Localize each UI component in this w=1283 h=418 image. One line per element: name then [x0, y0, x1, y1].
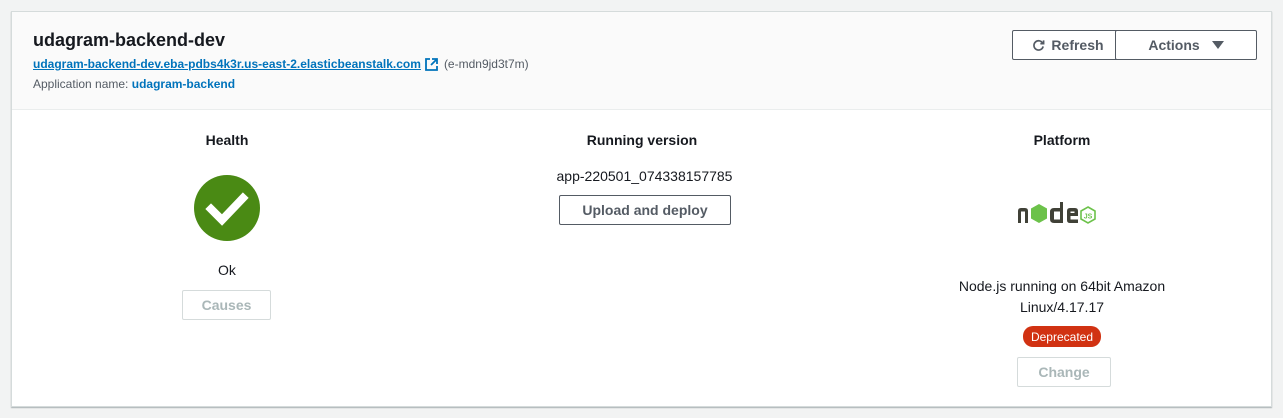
environment-overview-card: udagram-backend-dev udagram-backend-dev.… [11, 11, 1272, 407]
environment-url-link[interactable]: udagram-backend-dev.eba-pdbs4k3r.us-east… [33, 57, 421, 71]
application-name-row: Application name: udagram-backend [33, 77, 235, 91]
card-header: udagram-backend-dev udagram-backend-dev.… [12, 12, 1271, 110]
refresh-button[interactable]: Refresh [1012, 30, 1124, 60]
deprecated-badge: Deprecated [1023, 326, 1101, 347]
change-button[interactable]: Change [1017, 357, 1111, 387]
environment-name: udagram-backend-dev [33, 30, 226, 50]
causes-button[interactable]: Causes [182, 290, 271, 320]
platform-title: Platform [1033, 132, 1091, 148]
application-name-label: Application name: [33, 77, 132, 91]
actions-label: Actions [1148, 37, 1200, 53]
svg-text:JS: JS [1084, 214, 1093, 221]
platform-description: Node.js running on 64bit Amazon Linux/4.… [958, 278, 1166, 315]
health-status: Ok [218, 262, 236, 278]
refresh-label: Refresh [1051, 37, 1104, 53]
environment-url-row: udagram-backend-dev.eba-pdbs4k3r.us-east… [33, 57, 529, 71]
external-link-icon[interactable] [425, 57, 438, 71]
running-version-title: Running version [586, 132, 698, 148]
refresh-icon [1032, 39, 1045, 52]
upload-and-deploy-button[interactable]: Upload and deploy [559, 195, 731, 225]
caret-down-icon [1211, 41, 1224, 49]
health-title: Health [205, 132, 249, 148]
application-name-link[interactable]: udagram-backend [132, 77, 235, 91]
actions-dropdown-button[interactable]: Actions [1115, 30, 1257, 60]
nodejs-logo: JS [1016, 199, 1111, 229]
running-version-value: app-220501_074338157785 [556, 168, 733, 184]
environment-id: (e-mdn9jd3t7m) [443, 57, 529, 71]
check-circle-icon [194, 175, 260, 241]
